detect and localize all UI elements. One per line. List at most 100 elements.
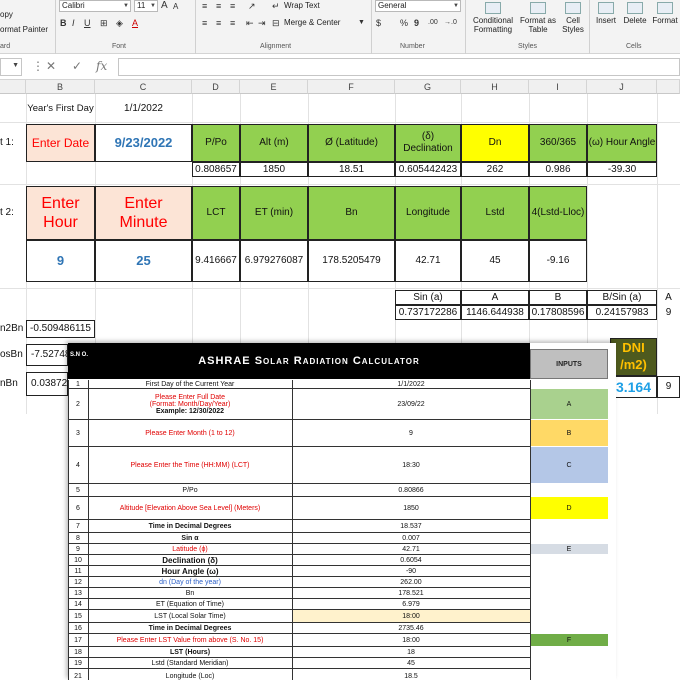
value-dn[interactable]: 262 <box>461 162 529 177</box>
grow-font-icon[interactable]: A <box>161 0 168 12</box>
decrease-decimal-button[interactable]: →.0 <box>444 17 457 29</box>
fill-color-icon[interactable]: ◈ <box>116 17 123 29</box>
row-value[interactable]: 0.6054 <box>292 555 530 565</box>
value-alt[interactable]: 1850 <box>240 162 308 177</box>
currency-button[interactable]: $ <box>376 17 381 29</box>
format-painter-button[interactable]: ormat Painter <box>0 25 48 34</box>
header-latitude[interactable]: Ø (Latitude) <box>308 124 395 162</box>
value-p-po[interactable]: 0.808657 <box>192 162 240 177</box>
row-value[interactable]: 178.521 <box>292 588 530 598</box>
row-value[interactable]: 9 <box>292 420 530 446</box>
row-value[interactable]: 42.71 <box>292 544 530 554</box>
header-et[interactable]: ET (min) <box>240 186 308 240</box>
row-value[interactable]: 6.979 <box>292 599 530 609</box>
minute-input-cell[interactable]: 25 <box>95 240 192 282</box>
row-value[interactable]: 18:00 <box>292 634 530 646</box>
value-360-365[interactable]: 0.986 <box>529 162 587 177</box>
header-p-po[interactable]: P/Po <box>192 124 240 162</box>
enter-icon[interactable]: ✓ <box>72 59 82 73</box>
value-lstd[interactable]: 45 <box>461 240 529 282</box>
underline-button[interactable]: U <box>84 17 91 29</box>
value-latitude[interactable]: 18.51 <box>308 162 395 177</box>
italic-button[interactable]: I <box>72 17 75 29</box>
align-bottom-icon[interactable]: ≡ <box>230 0 235 12</box>
first-day-label[interactable]: Year's First Day <box>26 96 95 122</box>
edge-cell-9b[interactable]: 9 <box>657 376 680 398</box>
row-value[interactable]: -90 <box>292 566 530 576</box>
header-bn[interactable]: Bn <box>308 186 395 240</box>
enter-date-label[interactable]: Enter Date <box>26 124 95 162</box>
column-header-c[interactable]: C <box>95 80 192 94</box>
value-lct[interactable]: 9.416667 <box>192 240 240 282</box>
row-value[interactable]: 23/09/22 <box>292 389 530 419</box>
conditional-formatting-button[interactable]: Conditional Formatting <box>468 2 518 34</box>
value-hour-angle[interactable]: -39.30 <box>587 162 657 177</box>
font-name-dropdown[interactable]: Calibri ▼ <box>59 0 131 12</box>
insert-button[interactable]: Insert <box>592 2 620 25</box>
comma-button[interactable]: 9 <box>414 17 419 29</box>
increase-indent-icon[interactable]: ⇥ <box>258 17 266 29</box>
row-value[interactable]: 1850 <box>292 497 530 519</box>
column-header-g[interactable]: G <box>395 80 461 94</box>
header-hour-angle[interactable]: (ω) Hour Angle <box>587 124 657 162</box>
align-middle-icon[interactable]: ≡ <box>216 0 221 12</box>
header-declination[interactable]: (δ) Declination <box>395 124 461 162</box>
format-as-table-button[interactable]: Format as Table <box>518 2 558 34</box>
wrap-text-button[interactable]: Wrap Text <box>284 1 320 10</box>
borders-icon[interactable]: ⊞ <box>100 17 108 29</box>
value-declination[interactable]: 0.605442423 <box>395 162 461 177</box>
font-size-dropdown[interactable]: 11 ▼ <box>134 0 158 12</box>
row-value[interactable]: 1/1/2022 <box>292 380 530 388</box>
percent-button[interactable]: % <box>400 17 408 29</box>
chevron-down-icon[interactable]: ▼ <box>358 17 365 29</box>
align-left-icon[interactable]: ≡ <box>202 17 207 29</box>
value-longitude[interactable]: 42.71 <box>395 240 461 282</box>
header-longitude[interactable]: Longitude <box>395 186 461 240</box>
value-nbn[interactable]: 0.03872 <box>26 372 68 396</box>
select-all-corner[interactable] <box>0 80 26 94</box>
row-value[interactable]: 0.80866 <box>292 484 530 496</box>
value-lstd-lloc[interactable]: -9.16 <box>529 240 587 282</box>
date-input-cell[interactable]: 9/23/2022 <box>95 124 192 162</box>
insert-function-icon[interactable]: fx <box>96 59 107 73</box>
row-value[interactable]: 262.00 <box>292 577 530 587</box>
merge-center-button[interactable]: Merge & Center <box>284 18 340 27</box>
name-box[interactable]: ▼ <box>0 58 22 76</box>
orientation-icon[interactable]: ↗ <box>248 0 256 12</box>
header-alt[interactable]: Alt (m) <box>240 124 308 162</box>
edge-cell-a[interactable]: A <box>657 290 680 305</box>
column-header-e[interactable]: E <box>240 80 308 94</box>
value-n2bn[interactable]: -0.509486115 <box>26 320 95 338</box>
format-button[interactable]: Format <box>650 2 680 25</box>
column-header-i[interactable]: I <box>529 80 587 94</box>
header-a[interactable]: A <box>461 290 529 305</box>
formula-input[interactable] <box>118 58 680 76</box>
shrink-font-icon[interactable]: A <box>173 1 178 13</box>
column-header-h[interactable]: H <box>461 80 529 94</box>
bold-button[interactable]: B <box>60 17 67 29</box>
header-lstd[interactable]: Lstd <box>461 186 529 240</box>
delete-button[interactable]: Delete <box>620 2 650 25</box>
decrease-indent-icon[interactable]: ⇤ <box>246 17 254 29</box>
value-b-sin-a[interactable]: 0.24157983 <box>587 305 657 320</box>
row-value[interactable]: 18:00 <box>292 610 530 622</box>
column-header-d[interactable]: D <box>192 80 240 94</box>
value-a[interactable]: 1146.644938 <box>461 305 529 320</box>
header-b[interactable]: B <box>529 290 587 305</box>
first-day-value[interactable]: 1/1/2022 <box>95 96 192 122</box>
font-color-button[interactable]: A <box>132 17 138 29</box>
cancel-icon[interactable]: ✕ <box>46 59 56 73</box>
hour-input-cell[interactable]: 9 <box>26 240 95 282</box>
row-value[interactable]: 45 <box>292 658 530 668</box>
row-value[interactable]: 18.537 <box>292 520 530 532</box>
header-lstd-lloc[interactable]: 4(Lstd-Lloc) <box>529 186 587 240</box>
column-header-f[interactable]: F <box>308 80 395 94</box>
enter-hour-label[interactable]: Enter Hour <box>26 186 95 240</box>
cell-styles-button[interactable]: Cell Styles <box>558 2 588 34</box>
increase-decimal-button[interactable]: .00 <box>428 17 438 29</box>
header-360-365[interactable]: 360/365 <box>529 124 587 162</box>
align-center-icon[interactable]: ≡ <box>216 17 221 29</box>
value-bn[interactable]: 178.5205479 <box>308 240 395 282</box>
copy-button[interactable]: opy <box>0 10 13 19</box>
column-header-j[interactable]: J <box>587 80 657 94</box>
